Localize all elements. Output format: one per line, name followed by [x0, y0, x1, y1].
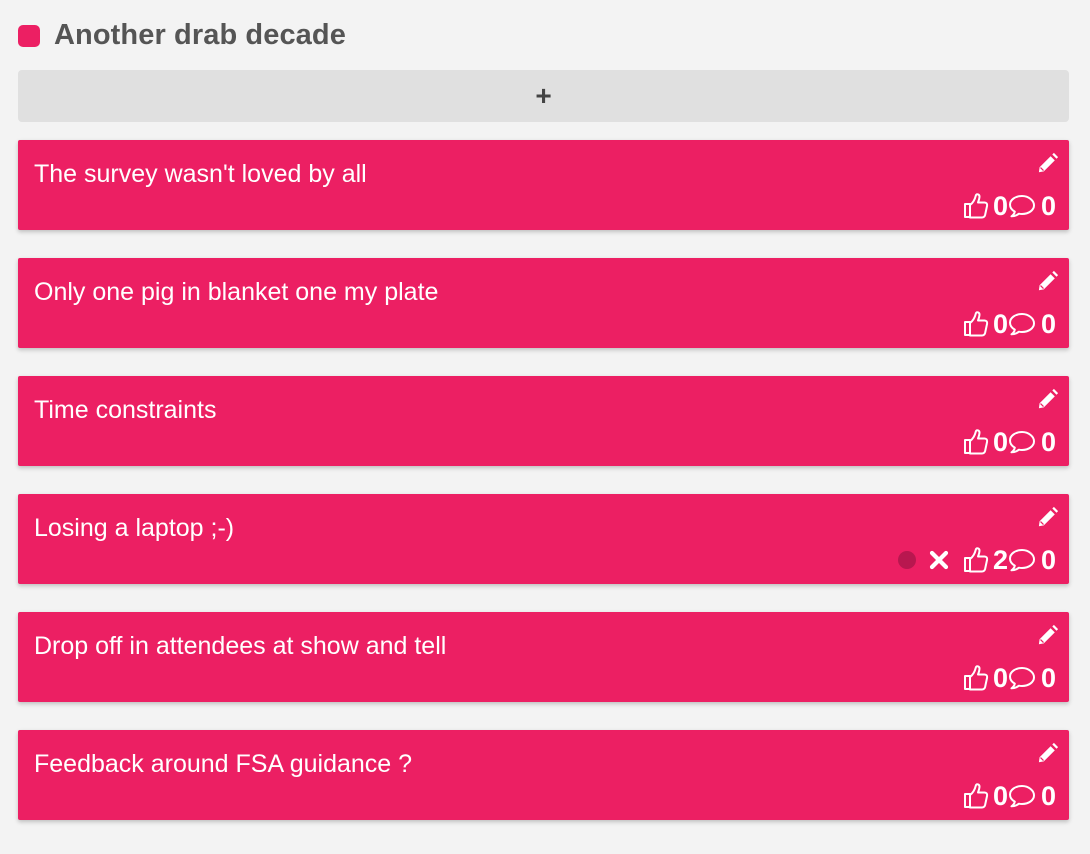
retro-card[interactable]: Time constraints 0 0: [18, 376, 1069, 466]
column-header: Another drab decade: [18, 0, 1069, 70]
card-footer: 00: [963, 780, 1056, 812]
pencil-icon[interactable]: [1035, 388, 1059, 412]
comment-count: 0: [1040, 781, 1056, 811]
like-button[interactable]: 2: [963, 544, 1008, 576]
card-list: The survey wasn't loved by all 0 0 Only one…: [18, 140, 1069, 820]
retro-card[interactable]: Losing a laptop ;-) 2 0: [18, 494, 1069, 584]
comment-count: 0: [1040, 427, 1056, 457]
retro-card[interactable]: Feedback around FSA guidance ? 0 0: [18, 730, 1069, 820]
pencil-icon[interactable]: [1035, 506, 1059, 530]
thumbs-up-icon: [963, 664, 989, 692]
comment-count: 0: [1040, 545, 1056, 575]
card-footer: 00: [963, 308, 1056, 340]
comment-count: 0: [1040, 663, 1056, 693]
like-count: 0: [992, 663, 1008, 693]
add-card-button[interactable]: +: [18, 70, 1069, 122]
like-button[interactable]: 0: [963, 780, 1008, 812]
card-text: The survey wasn't loved by all: [34, 160, 367, 188]
pencil-icon[interactable]: [1035, 152, 1059, 176]
thumbs-up-icon: [963, 192, 989, 220]
comment-bubble-icon: [1008, 665, 1036, 691]
column-title: Another drab decade: [54, 18, 346, 51]
retro-card[interactable]: The survey wasn't loved by all 0 0: [18, 140, 1069, 230]
comment-button[interactable]: 0: [1008, 544, 1056, 576]
comment-button[interactable]: 0: [1008, 308, 1056, 340]
comment-button[interactable]: 0: [1008, 662, 1056, 694]
retro-card[interactable]: Only one pig in blanket one my plate 0 0: [18, 258, 1069, 348]
card-text: Feedback around FSA guidance ?: [34, 750, 413, 778]
thumbs-up-icon: [963, 546, 989, 574]
close-icon[interactable]: [928, 549, 950, 571]
thumbs-up-icon: [963, 310, 989, 338]
like-button[interactable]: 0: [963, 190, 1008, 222]
retro-column: Another drab decade + The survey wasn't …: [18, 0, 1069, 848]
comment-button[interactable]: 0: [1008, 190, 1056, 222]
card-footer: 20: [897, 544, 1056, 576]
comment-bubble-icon: [1008, 547, 1036, 573]
comment-button[interactable]: 0: [1008, 426, 1056, 458]
status-dot: [897, 551, 916, 569]
card-text: Time constraints: [34, 396, 217, 424]
column-color-swatch: [18, 25, 40, 47]
thumbs-up-icon: [963, 428, 989, 456]
like-button[interactable]: 0: [963, 426, 1008, 458]
card-text: Only one pig in blanket one my plate: [34, 278, 439, 306]
comment-button[interactable]: 0: [1008, 780, 1056, 812]
pencil-icon[interactable]: [1035, 270, 1059, 294]
card-footer: 00: [963, 190, 1056, 222]
comment-bubble-icon: [1008, 783, 1036, 809]
like-button[interactable]: 0: [963, 662, 1008, 694]
card-footer: 00: [963, 426, 1056, 458]
like-count: 0: [992, 427, 1008, 457]
comment-count: 0: [1040, 191, 1056, 221]
comment-count: 0: [1040, 309, 1056, 339]
thumbs-up-icon: [963, 782, 989, 810]
comment-bubble-icon: [1008, 429, 1036, 455]
like-count: 0: [992, 781, 1008, 811]
like-button[interactable]: 0: [963, 308, 1008, 340]
card-footer: 00: [963, 662, 1056, 694]
card-text: Drop off in attendees at show and tell: [34, 632, 447, 660]
card-text: Losing a laptop ;-): [34, 514, 235, 542]
like-count: 0: [992, 191, 1008, 221]
like-count: 2: [992, 545, 1008, 575]
comment-bubble-icon: [1008, 311, 1036, 337]
pencil-icon[interactable]: [1035, 624, 1059, 648]
pencil-icon[interactable]: [1035, 742, 1059, 766]
comment-bubble-icon: [1008, 193, 1036, 219]
like-count: 0: [992, 309, 1008, 339]
retro-card[interactable]: Drop off in attendees at show and tell 0 0: [18, 612, 1069, 702]
